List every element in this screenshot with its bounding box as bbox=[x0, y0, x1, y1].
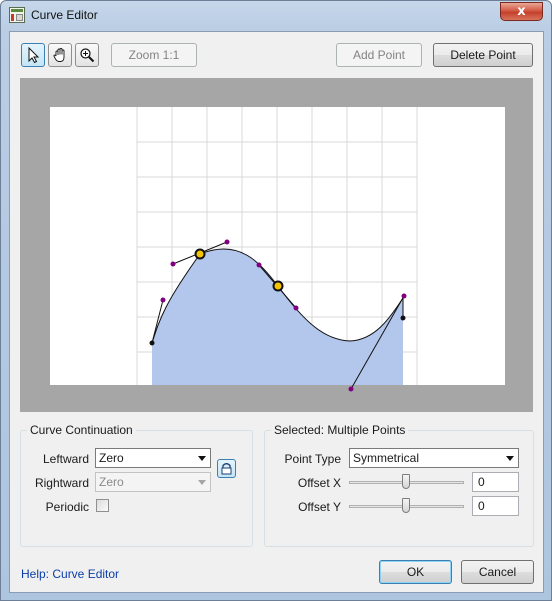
title-bar[interactable]: Curve Editor x bbox=[1, 1, 551, 29]
dialog-client-area: Zoom 1:1 Add Point Delete Point Curve Co… bbox=[9, 31, 544, 593]
leftward-label: Leftward bbox=[42, 452, 89, 466]
chevron-down-icon bbox=[198, 456, 206, 461]
curve-canvas[interactable] bbox=[20, 78, 533, 412]
ok-button[interactable]: OK bbox=[379, 560, 452, 584]
handle-point[interactable] bbox=[170, 261, 176, 267]
chevron-down-icon bbox=[198, 480, 206, 485]
selected-points-group: Selected: Multiple Points Point Type Sym… bbox=[264, 423, 534, 547]
zoom-icon bbox=[80, 48, 95, 63]
handle-point[interactable] bbox=[401, 293, 407, 299]
handle-point[interactable] bbox=[348, 386, 354, 392]
selected-point[interactable] bbox=[272, 280, 284, 292]
periodic-label: Periodic bbox=[45, 500, 89, 514]
close-button[interactable]: x bbox=[500, 2, 543, 21]
offset-y-input[interactable]: 0 bbox=[472, 496, 519, 516]
handle-point[interactable] bbox=[224, 239, 230, 245]
window-title: Curve Editor bbox=[31, 8, 98, 22]
handle-point[interactable] bbox=[293, 305, 299, 311]
offset-y-slider[interactable] bbox=[349, 496, 464, 516]
leftward-select[interactable]: Zero bbox=[95, 448, 211, 468]
periodic-checkbox[interactable] bbox=[96, 499, 109, 512]
handle-point[interactable] bbox=[160, 297, 166, 303]
pointer-icon bbox=[28, 47, 40, 63]
rightward-label: Rightward bbox=[34, 476, 89, 490]
curve-continuation-group: Curve Continuation Leftward Zero Rightwa… bbox=[20, 423, 253, 547]
offset-x-label: Offset X bbox=[297, 476, 341, 490]
app-icon bbox=[9, 7, 25, 23]
selected-point[interactable] bbox=[194, 248, 206, 260]
pointer-tool-button[interactable] bbox=[21, 43, 45, 67]
lock-toggle-button[interactable] bbox=[217, 459, 236, 478]
help-link[interactable]: Help: Curve Editor bbox=[21, 567, 119, 581]
leftward-value: Zero bbox=[99, 451, 124, 465]
curve-point[interactable] bbox=[400, 315, 406, 321]
point-type-label: Point Type bbox=[284, 452, 341, 466]
curve-plot[interactable] bbox=[20, 78, 533, 412]
rightward-select[interactable]: Zero bbox=[95, 472, 211, 492]
offset-y-label: Offset Y bbox=[298, 500, 341, 514]
slider-thumb[interactable] bbox=[402, 498, 410, 513]
lock-icon bbox=[221, 463, 232, 475]
slider-thumb[interactable] bbox=[402, 474, 410, 489]
offset-x-input[interactable]: 0 bbox=[472, 472, 519, 492]
point-type-value: Symmetrical bbox=[353, 451, 420, 465]
offset-x-slider[interactable] bbox=[349, 472, 464, 492]
curve-continuation-title: Curve Continuation bbox=[27, 423, 136, 437]
curve-editor-window: Curve Editor x Zoom 1:1 Add Point Delete… bbox=[0, 0, 552, 601]
curve-point[interactable] bbox=[149, 340, 155, 346]
cancel-button[interactable]: Cancel bbox=[461, 560, 534, 584]
zoom-tool-button[interactable] bbox=[75, 43, 99, 67]
hand-tool-button[interactable] bbox=[48, 43, 72, 67]
selected-points-title: Selected: Multiple Points bbox=[271, 423, 409, 437]
point-type-select[interactable]: Symmetrical bbox=[349, 448, 519, 468]
hand-icon bbox=[53, 48, 65, 62]
zoom-1-1-button[interactable]: Zoom 1:1 bbox=[111, 43, 197, 67]
chevron-down-icon bbox=[506, 456, 514, 461]
delete-point-button[interactable]: Delete Point bbox=[433, 43, 533, 67]
add-point-button[interactable]: Add Point bbox=[336, 43, 422, 67]
rightward-value: Zero bbox=[99, 475, 124, 489]
handle-point[interactable] bbox=[256, 262, 262, 268]
